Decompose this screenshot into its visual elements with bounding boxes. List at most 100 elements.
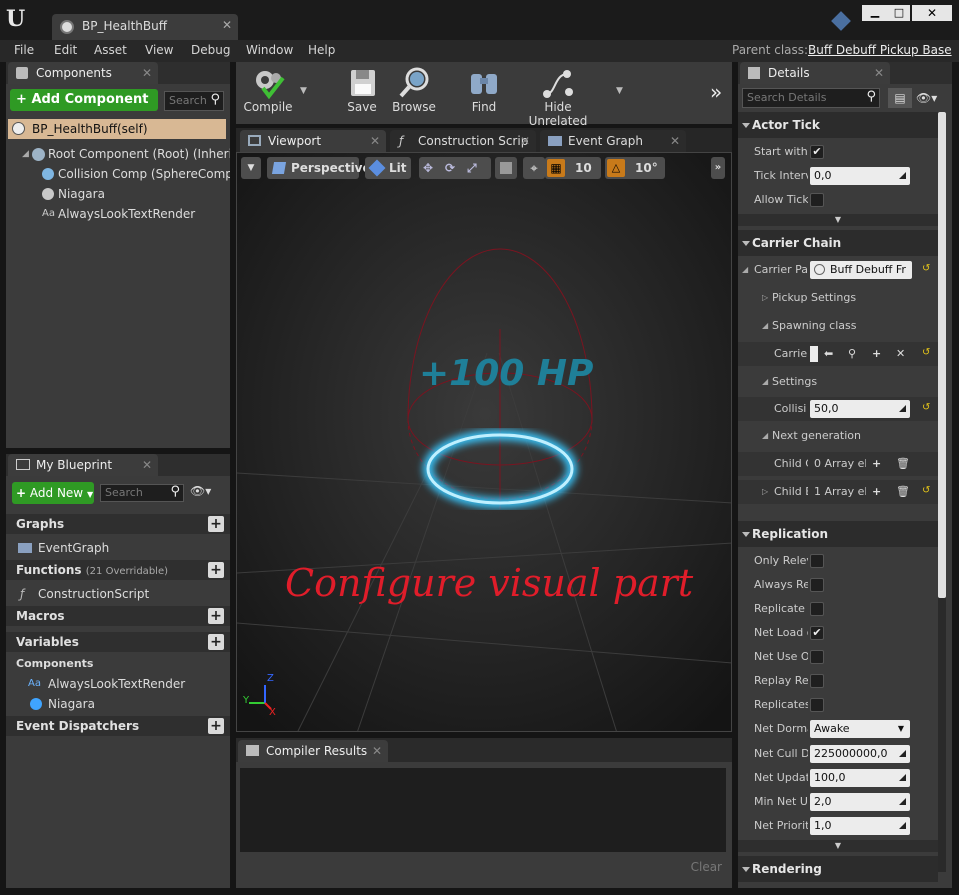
close-icon[interactable]: ✕ [520, 130, 530, 152]
variable-item-niagara[interactable]: Niagara [28, 694, 224, 714]
tree-item-niagara[interactable]: Niagara [42, 184, 230, 204]
variables-section[interactable]: Variables + [6, 632, 230, 652]
close-icon[interactable]: ✕ [142, 62, 152, 84]
add-variable-button[interactable]: + [208, 634, 224, 650]
self-component-row[interactable]: BP_HealthBuff(self) [8, 119, 226, 139]
net-cull-field[interactable]: 225000000,0 [810, 745, 910, 763]
property-checkbox[interactable]: ✔ [810, 626, 824, 640]
close-window-button[interactable]: ✕ [912, 5, 952, 21]
minimize-button[interactable]: ▁ [862, 5, 888, 21]
my-blueprint-search-input[interactable]: Search ⚲ [100, 484, 184, 502]
tree-item-root[interactable]: ◢ Root Component (Root) (Inherited) [22, 144, 230, 164]
add-element-icon[interactable]: + [872, 452, 881, 476]
expand-icon[interactable]: ◢ [742, 258, 748, 282]
tree-item-textrender[interactable]: Aa AlwaysLookTextRender [42, 204, 230, 224]
reset-to-default-icon[interactable]: ↺ [922, 403, 932, 413]
add-graph-button[interactable]: + [208, 516, 224, 532]
lit-button[interactable]: Lit [365, 157, 411, 179]
close-icon[interactable]: ✕ [670, 130, 680, 152]
source-control-icon[interactable] [831, 11, 851, 31]
viewport-options-button[interactable]: ▼ [241, 157, 261, 179]
event-graph-item[interactable]: EventGraph [18, 538, 218, 558]
maximize-button[interactable]: □ [888, 5, 910, 21]
tab-event-graph[interactable]: Event Graph ✕ [540, 130, 686, 152]
menu-file[interactable]: File [14, 43, 34, 57]
advanced-expand-arrow[interactable]: ▼ [738, 214, 938, 226]
compile-button[interactable]: Compile [240, 62, 296, 120]
browse-button[interactable]: Browse [390, 62, 438, 120]
rendering-section[interactable]: Rendering [738, 856, 938, 882]
document-tab[interactable]: BP_HealthBuff ✕ [52, 14, 238, 40]
property-matrix-button[interactable]: ▤ [888, 88, 912, 108]
construction-script-item[interactable]: ƒ ConstructionScript [18, 584, 218, 604]
settings-row[interactable]: ◢ Settings [738, 370, 938, 394]
scale-icon[interactable]: ⤢ [467, 157, 477, 179]
property-checkbox[interactable] [810, 578, 824, 592]
actor-tick-section[interactable]: Actor Tick [738, 112, 938, 138]
close-icon[interactable]: ✕ [372, 740, 382, 762]
add-element-icon[interactable]: + [872, 480, 881, 504]
parent-class-link[interactable]: Buff Debuff Pickup Base [808, 43, 952, 57]
add-icon[interactable]: + [872, 342, 881, 366]
rotate-icon[interactable]: ⟳ [445, 157, 455, 179]
surface-snapping-button[interactable]: ⌖ [523, 157, 545, 179]
viewport[interactable]: +100 HP Configure visual part Z Y X ▼ Pe… [236, 152, 732, 732]
menu-edit[interactable]: Edit [54, 43, 77, 57]
components-search-input[interactable]: Search ⚲ [164, 91, 224, 111]
tab-construction-script[interactable]: ƒ Construction Scrip ✕ [390, 130, 536, 152]
macros-section[interactable]: Macros + [6, 606, 230, 626]
clear-button[interactable]: Clear [691, 860, 722, 874]
eye-icon[interactable]: 👁▾ [916, 88, 946, 108]
use-selected-arrow-icon[interactable]: ⬅ [824, 342, 833, 366]
hide-unrelated-button[interactable]: Hide Unrelated [516, 62, 600, 128]
angle-icon[interactable]: △ [607, 159, 625, 177]
scrollbar-thumb[interactable] [938, 112, 946, 598]
perspective-button[interactable]: Perspective [267, 157, 371, 179]
variable-item-textrender[interactable]: Aa AlwaysLookTextRender [28, 674, 224, 694]
trash-icon[interactable]: 🗑 [896, 480, 910, 504]
carrier-asset-dropdown[interactable]: Buff Debuff Fr [810, 261, 912, 279]
net-dormancy-dropdown[interactable]: Awake ▼ [810, 720, 910, 738]
property-checkbox[interactable] [810, 650, 824, 664]
net-update-field[interactable]: 100,0 [810, 769, 910, 787]
carrier-chain-section[interactable]: Carrier Chain [738, 230, 938, 256]
tab-viewport[interactable]: Viewport ✕ [240, 130, 386, 152]
menu-asset[interactable]: Asset [94, 43, 127, 57]
min-net-update-field[interactable]: 2,0 [810, 793, 910, 811]
grid-snap-group[interactable]: ▦ 10 [545, 157, 601, 179]
reset-to-default-icon[interactable]: ↺ [922, 264, 932, 274]
menu-window[interactable]: Window [246, 43, 293, 57]
clear-icon[interactable]: ✕ [896, 342, 905, 366]
property-checkbox[interactable] [810, 698, 824, 712]
grid-snap-value[interactable]: 10 [575, 157, 592, 179]
replication-section[interactable]: Replication [738, 521, 938, 547]
spawning-class-row[interactable]: ◢ Spawning class [738, 314, 938, 338]
menu-debug[interactable]: Debug [191, 43, 230, 57]
close-tab-icon[interactable]: ✕ [222, 18, 232, 32]
details-search-input[interactable]: Search Details ⚲ [742, 88, 880, 108]
property-checkbox[interactable] [810, 554, 824, 568]
tab-compiler-results[interactable]: Compiler Results ✕ [238, 740, 388, 762]
trash-icon[interactable]: 🗑 [896, 452, 910, 476]
start-with-checkbox[interactable]: ✔ [810, 145, 824, 159]
hide-unrelated-dropdown[interactable]: ▼ [616, 86, 623, 96]
close-icon[interactable]: ✕ [874, 62, 884, 84]
add-dispatcher-button[interactable]: + [208, 718, 224, 734]
tab-components[interactable]: Components ✕ [8, 62, 158, 84]
grid-icon[interactable]: ▦ [547, 159, 565, 177]
save-button[interactable]: Save [340, 62, 384, 120]
compile-options-dropdown[interactable]: ▼ [300, 86, 307, 96]
allow-tick-checkbox[interactable] [810, 193, 824, 207]
add-macro-button[interactable]: + [208, 608, 224, 624]
viewport-expand-button[interactable]: » [711, 157, 725, 179]
add-component-button[interactable]: + Add Component ▼ [10, 89, 158, 128]
reset-to-default-icon[interactable]: ↺ [922, 486, 932, 496]
event-dispatchers-section[interactable]: Event Dispatchers + [6, 716, 230, 736]
rotation-snap-value[interactable]: 10° [635, 157, 658, 179]
property-checkbox[interactable] [810, 602, 824, 616]
expand-icon[interactable]: ▷ [762, 480, 768, 504]
add-new-button[interactable]: + Add New ▼ [12, 482, 94, 504]
close-icon[interactable]: ✕ [370, 130, 380, 152]
rotation-snap-group[interactable]: △ 10° [605, 157, 665, 179]
tree-item-collision[interactable]: Collision Comp (SphereComp) (Inherited) [42, 164, 230, 184]
